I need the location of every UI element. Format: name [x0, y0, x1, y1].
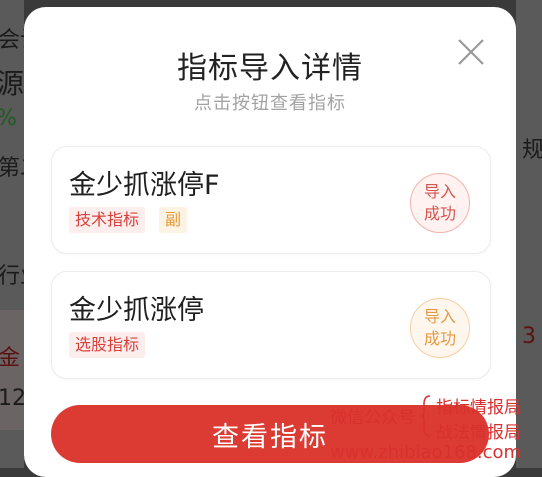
- watermark-wechat-label: 微信公众号: [330, 408, 415, 428]
- indicator-name: 金少抓涨停: [69, 295, 204, 326]
- stamp-line: 导入: [423, 182, 456, 201]
- indicator-type-tag: 技术指标: [69, 207, 146, 233]
- background-text: %: [0, 106, 17, 131]
- dialog-title: 指标导入详情: [177, 51, 363, 86]
- background-text: 12: [0, 386, 26, 411]
- watermark-line: 指标情报局: [436, 398, 521, 418]
- indicator-subtype-tag: 副: [159, 207, 188, 233]
- watermark-brace: [420, 395, 431, 437]
- background-text: 金: [0, 346, 21, 371]
- indicator-card[interactable]: 金少抓涨停F 技术指标 副 导入 成功: [51, 146, 491, 254]
- indicator-name: 金少抓涨停F: [69, 170, 220, 201]
- close-icon[interactable]: [456, 37, 486, 67]
- background-text: 规: [522, 138, 542, 163]
- import-success-stamp: 导入 成功: [410, 173, 470, 233]
- import-success-stamp: 导入 成功: [410, 298, 470, 358]
- stamp-line: 成功: [423, 329, 456, 348]
- background-text: 源: [0, 67, 25, 100]
- indicator-card[interactable]: 金少抓涨停 选股指标 导入 成功: [51, 271, 491, 379]
- stamp-line: 导入: [423, 307, 456, 326]
- dialog-subtitle: 点击按钮查看指标: [194, 93, 346, 114]
- background-text: 3: [522, 324, 536, 349]
- watermark-line: 战法情报局: [436, 423, 521, 443]
- indicator-type-tag: 选股指标: [69, 332, 146, 358]
- watermark-site: www.zhibiao168.com: [330, 442, 522, 463]
- stamp-line: 成功: [423, 204, 456, 223]
